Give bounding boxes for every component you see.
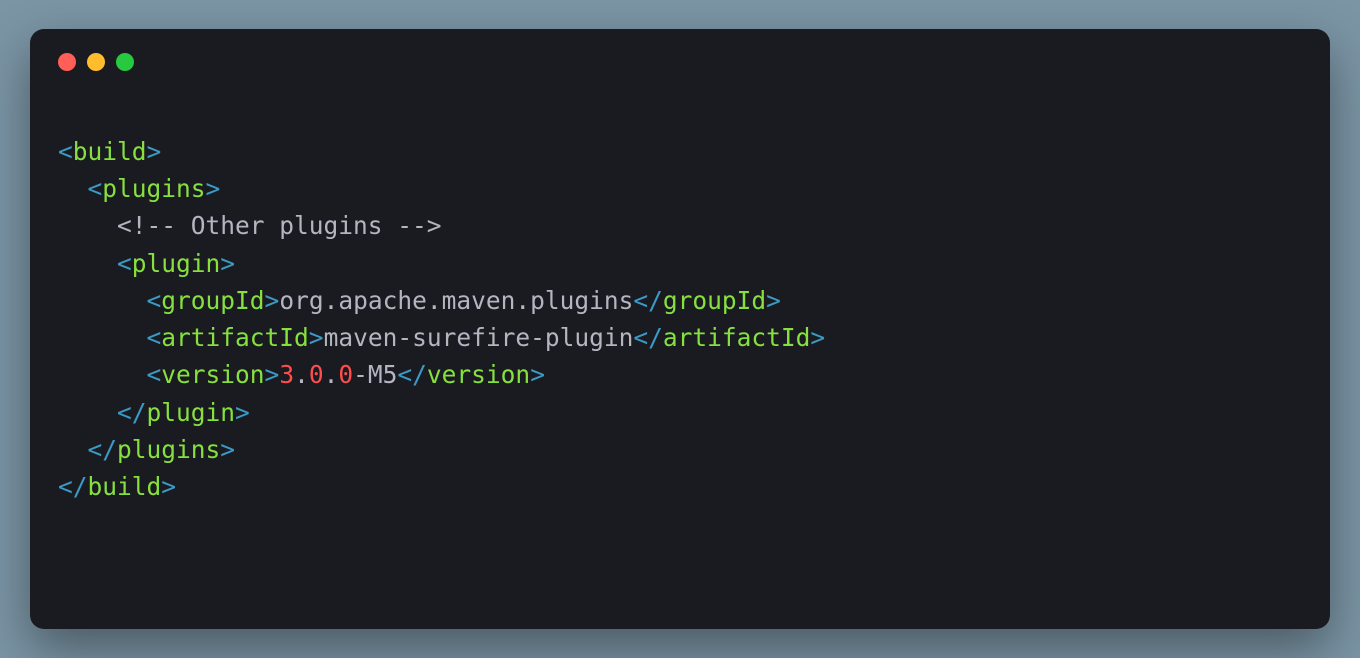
indent — [58, 360, 147, 389]
angle-bracket: < — [117, 249, 132, 278]
angle-bracket: </ — [633, 286, 663, 315]
angle-bracket: </ — [117, 398, 147, 427]
maximize-icon[interactable] — [116, 53, 134, 71]
angle-bracket: > — [206, 174, 221, 203]
number: 3 — [279, 360, 294, 389]
code-window: <build> <plugins> <!-- Other plugins -->… — [30, 29, 1330, 629]
tag-name: groupId — [663, 286, 766, 315]
angle-bracket: </ — [58, 472, 88, 501]
angle-bracket: < — [147, 323, 162, 352]
angle-bracket: > — [220, 435, 235, 464]
indent — [58, 211, 117, 240]
angle-bracket: > — [309, 323, 324, 352]
angle-bracket: > — [265, 286, 280, 315]
element-text: org.apache.maven.plugins — [279, 286, 633, 315]
indent — [58, 286, 147, 315]
version-suffix: -M5 — [353, 360, 397, 389]
angle-bracket: > — [530, 360, 545, 389]
angle-bracket: < — [88, 174, 103, 203]
minimize-icon[interactable] — [87, 53, 105, 71]
dot: . — [294, 360, 309, 389]
tag-name: artifactId — [663, 323, 811, 352]
angle-bracket: </ — [633, 323, 663, 352]
angle-bracket: > — [147, 137, 162, 166]
code-viewer: <build> <plugins> <!-- Other plugins -->… — [58, 133, 1302, 505]
indent — [58, 249, 117, 278]
element-text: maven-surefire-plugin — [324, 323, 634, 352]
angle-bracket: </ — [397, 360, 427, 389]
tag-name: build — [88, 472, 162, 501]
angle-bracket: < — [147, 286, 162, 315]
tag-name: plugins — [102, 174, 205, 203]
tag-name: groupId — [161, 286, 264, 315]
angle-bracket: > — [220, 249, 235, 278]
angle-bracket: > — [766, 286, 781, 315]
indent — [58, 174, 88, 203]
indent — [58, 398, 117, 427]
angle-bracket: > — [810, 323, 825, 352]
window-controls — [58, 53, 1302, 71]
number: 0 — [309, 360, 324, 389]
dot: . — [324, 360, 339, 389]
indent — [58, 435, 88, 464]
tag-name: version — [161, 360, 264, 389]
tag-name: plugin — [147, 398, 236, 427]
tag-name: artifactId — [161, 323, 309, 352]
indent — [58, 323, 147, 352]
angle-bracket: < — [58, 137, 73, 166]
angle-bracket: > — [235, 398, 250, 427]
angle-bracket: > — [161, 472, 176, 501]
tag-name: plugin — [132, 249, 221, 278]
tag-name: build — [73, 137, 147, 166]
angle-bracket: < — [147, 360, 162, 389]
angle-bracket: > — [265, 360, 280, 389]
close-icon[interactable] — [58, 53, 76, 71]
tag-name: plugins — [117, 435, 220, 464]
xml-comment: <!-- Other plugins --> — [117, 211, 442, 240]
tag-name: version — [427, 360, 530, 389]
number: 0 — [338, 360, 353, 389]
angle-bracket: </ — [88, 435, 118, 464]
